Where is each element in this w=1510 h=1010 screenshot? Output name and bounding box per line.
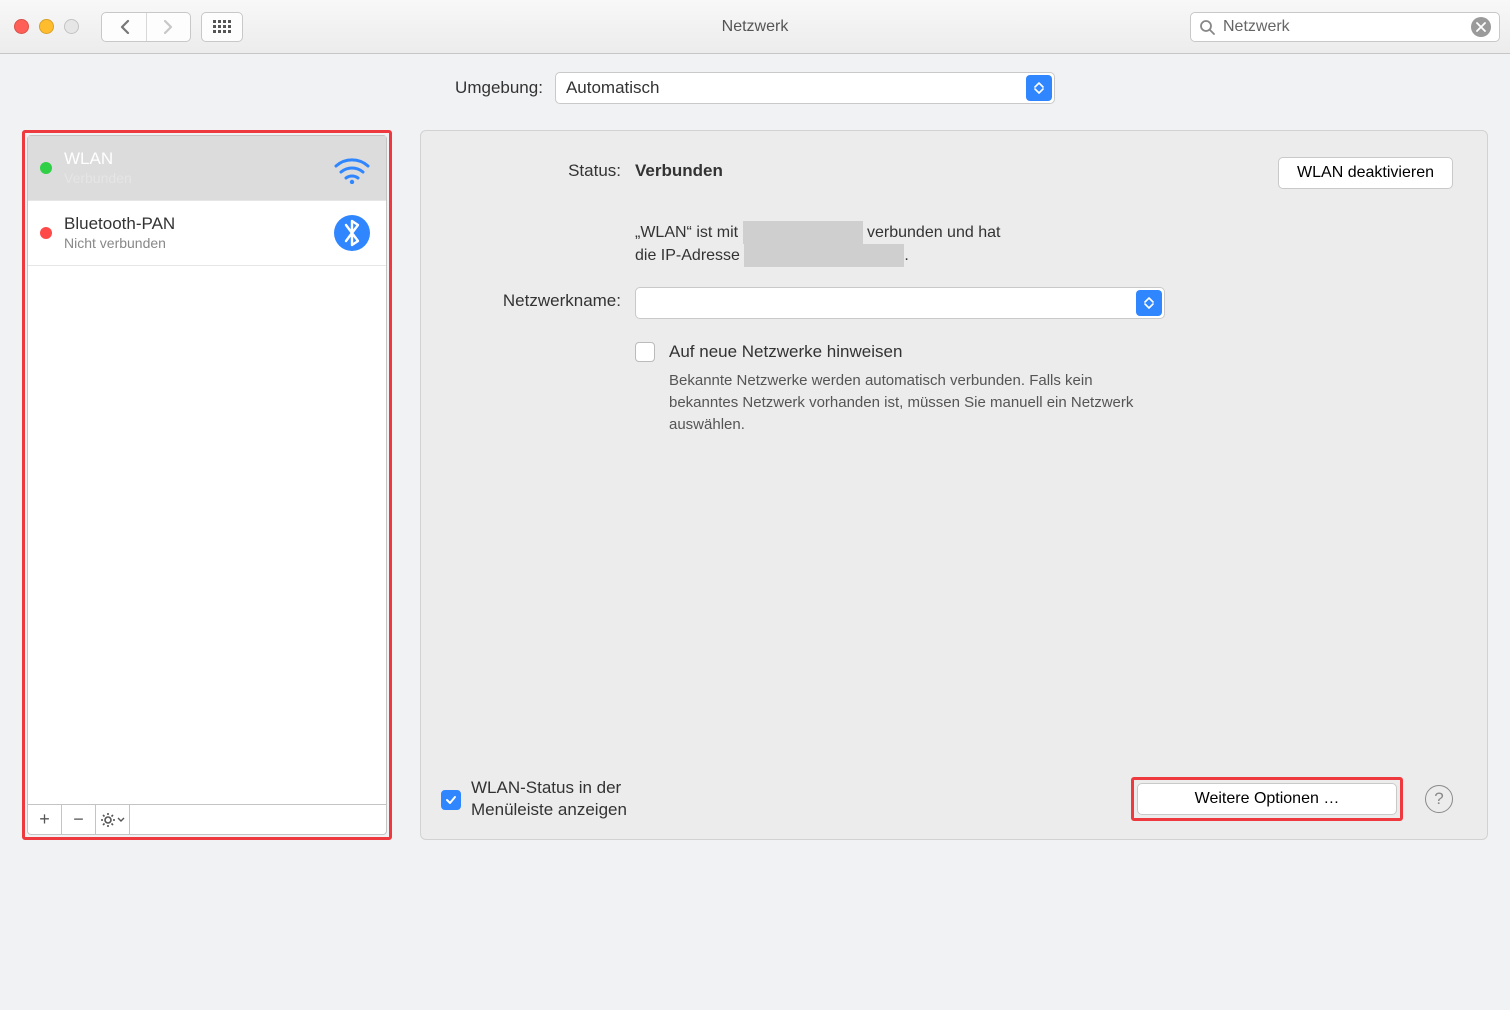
titlebar: Netzwerk bbox=[0, 0, 1510, 54]
wifi-icon bbox=[330, 146, 374, 190]
status-dot-connected-icon bbox=[40, 162, 52, 174]
status-row: Status: Verbunden „WLAN“ ist mit xxxxxxx… bbox=[441, 157, 1453, 267]
ask-new-networks-checkbox[interactable] bbox=[635, 342, 655, 362]
ask-new-hint-row: Bekannte Netzwerke werden automatisch ve… bbox=[441, 370, 1453, 435]
interface-sidebar: WLAN Verbunden Bluetooth-PAN Nicht verbu… bbox=[27, 135, 387, 835]
status-label: Status: bbox=[441, 157, 621, 181]
location-select[interactable]: Automatisch bbox=[555, 72, 1055, 104]
panels: WLAN Verbunden Bluetooth-PAN Nicht verbu… bbox=[22, 130, 1488, 840]
interface-name: Bluetooth-PAN bbox=[64, 214, 318, 234]
location-row: Umgebung: Automatisch bbox=[22, 72, 1488, 104]
network-name-select[interactable] bbox=[635, 287, 1165, 319]
interface-list: WLAN Verbunden Bluetooth-PAN Nicht verbu… bbox=[28, 136, 386, 804]
interface-text: Bluetooth-PAN Nicht verbunden bbox=[64, 214, 318, 251]
ask-new-networks-row: Auf neue Netzwerke hinweisen bbox=[441, 339, 1453, 362]
close-window-button[interactable] bbox=[14, 19, 29, 34]
network-name-label: Netzwerkname: bbox=[441, 287, 621, 311]
interface-status: Nicht verbunden bbox=[64, 235, 318, 252]
details-pane: Status: Verbunden „WLAN“ ist mit xxxxxxx… bbox=[420, 130, 1488, 840]
advanced-button-highlight: Weitere Optionen … bbox=[1131, 777, 1403, 821]
select-stepper-icon bbox=[1026, 75, 1052, 101]
advanced-options-button[interactable]: Weitere Optionen … bbox=[1137, 783, 1397, 815]
content-area: Umgebung: Automatisch WLAN Verbunden bbox=[0, 54, 1510, 862]
location-label: Umgebung: bbox=[455, 78, 543, 98]
gear-icon bbox=[100, 812, 116, 828]
sidebar-toolbar: + − bbox=[28, 804, 386, 834]
sidebar-highlight: WLAN Verbunden Bluetooth-PAN Nicht verbu… bbox=[22, 130, 392, 840]
details-footer: WLAN-Status in der Menüleiste anzeigen W… bbox=[441, 777, 1453, 821]
status-value: Verbunden bbox=[635, 157, 1278, 181]
search-field-wrap[interactable] bbox=[1190, 12, 1500, 42]
interface-text: WLAN Verbunden bbox=[64, 149, 318, 186]
show-in-menubar-checkbox[interactable] bbox=[441, 790, 461, 810]
location-select-value: Automatisch bbox=[566, 78, 660, 98]
help-button[interactable]: ? bbox=[1425, 785, 1453, 813]
status-description: „WLAN“ ist mit xxxxxxxx verbunden und ha… bbox=[635, 221, 1278, 267]
add-interface-button[interactable]: + bbox=[28, 805, 62, 834]
remove-interface-button[interactable]: − bbox=[62, 805, 96, 834]
minimize-window-button[interactable] bbox=[39, 19, 54, 34]
interface-status: Verbunden bbox=[64, 170, 318, 187]
select-stepper-icon bbox=[1136, 290, 1162, 316]
bluetooth-icon bbox=[330, 211, 374, 255]
network-name-row: Netzwerkname: bbox=[441, 287, 1453, 319]
status-dot-disconnected-icon bbox=[40, 227, 52, 239]
clear-search-button[interactable] bbox=[1471, 17, 1491, 37]
search-icon bbox=[1199, 19, 1215, 35]
chevron-down-icon bbox=[117, 817, 125, 823]
show-all-prefs-button[interactable] bbox=[201, 12, 243, 42]
back-button[interactable] bbox=[102, 13, 146, 41]
maximize-window-button bbox=[64, 19, 79, 34]
show-in-menubar-label: WLAN-Status in der Menüleiste anzeigen bbox=[471, 777, 691, 821]
ask-new-networks-label: Auf neue Netzwerke hinweisen bbox=[669, 339, 902, 362]
wlan-deactivate-button[interactable]: WLAN deaktivieren bbox=[1278, 157, 1453, 189]
interface-item-wlan[interactable]: WLAN Verbunden bbox=[28, 136, 386, 201]
interface-item-bluetooth-pan[interactable]: Bluetooth-PAN Nicht verbunden bbox=[28, 201, 386, 266]
traffic-lights bbox=[14, 19, 79, 34]
ask-new-networks-hint: Bekannte Netzwerke werden automatisch ve… bbox=[669, 370, 1139, 435]
interface-actions-menu[interactable] bbox=[96, 805, 130, 834]
interface-name: WLAN bbox=[64, 149, 318, 169]
nav-back-forward bbox=[101, 12, 191, 42]
search-input[interactable] bbox=[1223, 18, 1463, 36]
forward-button[interactable] bbox=[146, 13, 190, 41]
grid-icon bbox=[213, 20, 231, 34]
